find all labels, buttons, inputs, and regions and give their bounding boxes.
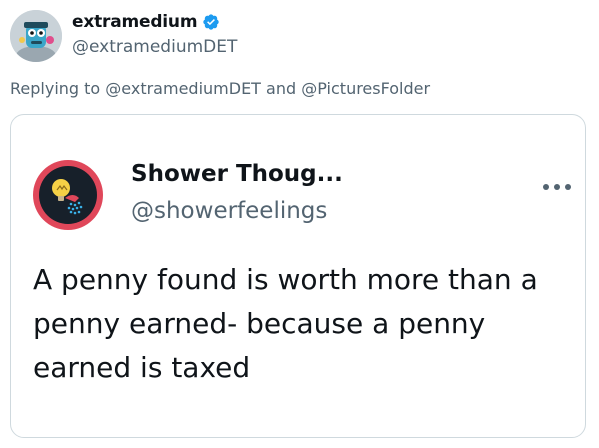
quoted-author-handle[interactable]: @showerfeelings <box>131 198 327 224</box>
reply-conjunction: and <box>266 79 297 98</box>
author-handle[interactable]: @extramediumDET <box>72 37 237 57</box>
quoted-author-avatar[interactable] <box>33 160 103 230</box>
lightbulb-shower-icon <box>39 166 97 224</box>
reply-mention-1[interactable]: @extramediumDET <box>105 79 261 98</box>
more-dot <box>565 184 571 190</box>
cartoon-character-avatar-icon <box>10 10 62 62</box>
more-dot <box>554 184 560 190</box>
tweet-screenshot: extramedium @extramediumDET Replying to … <box>0 0 599 448</box>
more-horizontal-icon[interactable] <box>543 181 571 193</box>
more-dot <box>543 184 549 190</box>
verified-badge-icon <box>202 13 220 31</box>
reply-mention-2[interactable]: @PicturesFolder <box>301 79 430 98</box>
author-display-name-text: extramedium <box>72 12 198 32</box>
author-display-name[interactable]: extramedium <box>72 12 220 32</box>
quoted-tweet-text: A penny found is worth more than a penny… <box>33 263 538 384</box>
author-avatar[interactable] <box>10 10 62 62</box>
quoted-tweet-card[interactable]: Shower Thoug... @showerfeelings A penny … <box>10 114 586 438</box>
quoted-author-display-name[interactable]: Shower Thoug... <box>131 161 343 187</box>
reply-context: Replying to @extramediumDET and @Picture… <box>10 79 430 98</box>
reply-prefix: Replying to <box>10 79 101 98</box>
